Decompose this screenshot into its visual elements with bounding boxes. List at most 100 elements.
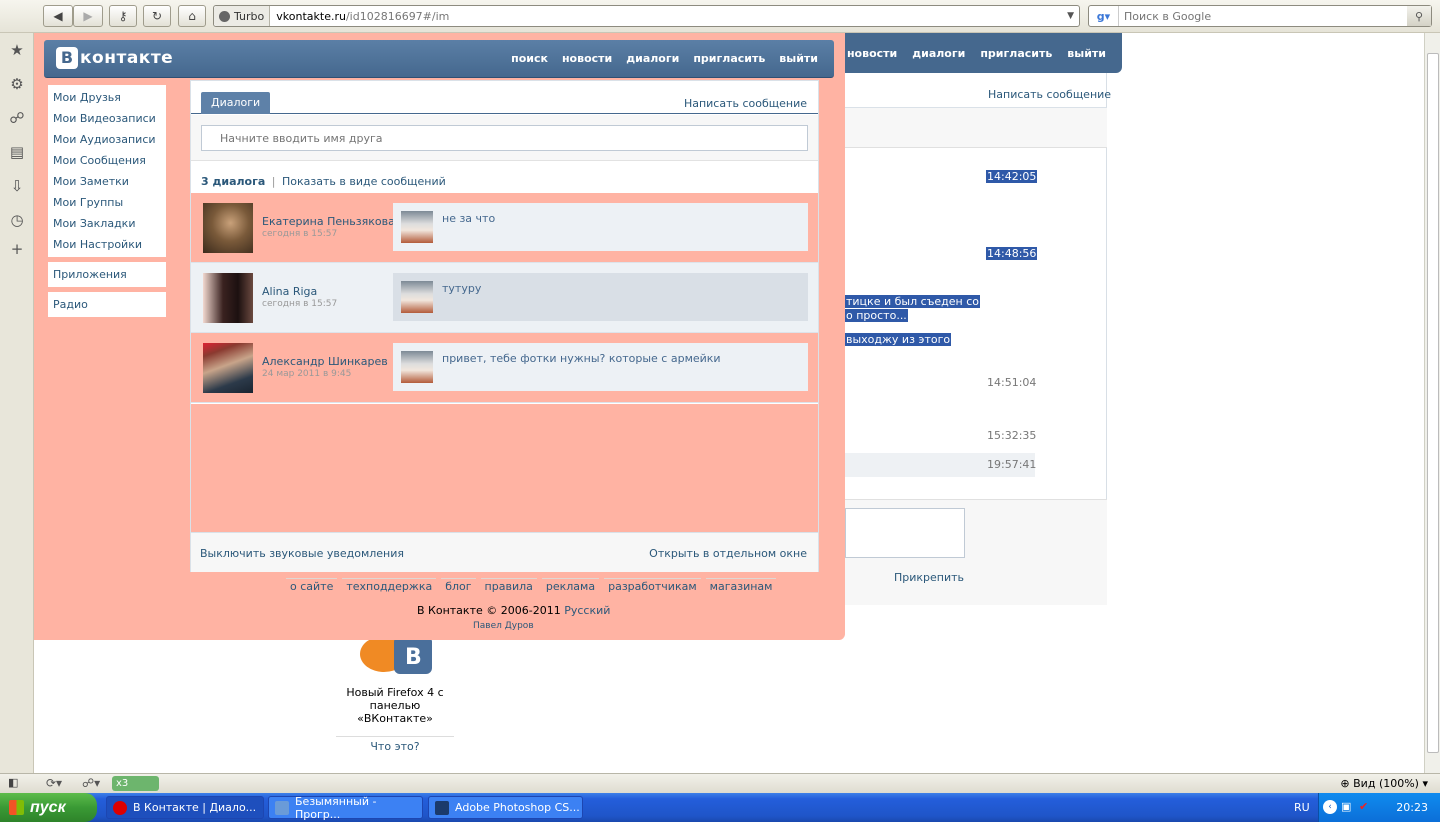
nav-search[interactable]: поиск bbox=[511, 52, 548, 65]
menu-item-notes[interactable]: Мои Заметки bbox=[48, 171, 166, 192]
bg-nav-news[interactable]: новости bbox=[847, 47, 897, 60]
language-link[interactable]: Русский bbox=[564, 604, 610, 617]
show-as-messages-link[interactable]: Показать в виде сообщений bbox=[282, 175, 446, 188]
bg-nav-dialogs[interactable]: диалоги bbox=[912, 47, 965, 60]
dialog-date: 24 мар 2011 в 9:45 bbox=[262, 369, 352, 379]
tray-arrow-icon[interactable]: ‹ bbox=[1323, 800, 1337, 814]
footer-link-about[interactable]: о сайте bbox=[286, 578, 338, 595]
menu-item-videos[interactable]: Мои Видеозаписи bbox=[48, 108, 166, 129]
menu-item-bookmarks[interactable]: Мои Закладки bbox=[48, 213, 166, 234]
search-box[interactable]: g▾ ⚲ bbox=[1088, 5, 1432, 27]
message-preview[interactable]: привет, тебе фотки нужны? которые с арме… bbox=[393, 343, 808, 391]
notes-icon[interactable]: ▤ bbox=[8, 143, 26, 161]
task-photoshop[interactable]: Adobe Photoshop CS... bbox=[428, 796, 583, 819]
promo-what-link[interactable]: Что это? bbox=[336, 740, 454, 753]
footer-link-blog[interactable]: блог bbox=[441, 578, 476, 595]
search-input[interactable] bbox=[1119, 9, 1407, 23]
zoom-control[interactable]: ⊕ Вид (100%) ▾ bbox=[1340, 777, 1428, 790]
open-window-link[interactable]: Открыть в отдельном окне bbox=[649, 547, 807, 560]
dialog-name[interactable]: Александр Шинкарев bbox=[262, 355, 388, 368]
bookmarks-icon[interactable]: ★ bbox=[8, 41, 26, 59]
menu-item-apps[interactable]: Приложения bbox=[48, 264, 166, 285]
back-button[interactable]: ◀ bbox=[43, 5, 73, 27]
write-message-link[interactable]: Написать сообщение bbox=[684, 97, 807, 110]
dropdown-arrow-icon[interactable]: ▼ bbox=[1067, 11, 1079, 21]
forward-button[interactable]: ▶ bbox=[73, 5, 103, 27]
panel-toggle-icon[interactable]: ◧ bbox=[8, 776, 18, 789]
footer-link-ads[interactable]: реклама bbox=[541, 578, 600, 595]
attach-link[interactable]: Прикрепить bbox=[894, 571, 964, 584]
back-arrow-icon: ◀ bbox=[53, 9, 63, 23]
avatar[interactable] bbox=[203, 273, 253, 323]
avatar[interactable] bbox=[203, 203, 253, 253]
downloads-icon[interactable]: ⇩ bbox=[8, 177, 26, 195]
bg-write-message-link[interactable]: Написать сообщение bbox=[988, 88, 1111, 101]
nav-logout[interactable]: выйти bbox=[779, 52, 818, 65]
nav-news[interactable]: новости bbox=[562, 52, 612, 65]
add-panel-icon[interactable]: + bbox=[8, 240, 26, 258]
dialog-name[interactable]: Екатерина Пеньзякова bbox=[262, 215, 395, 228]
dialog-row[interactable]: Екатерина Пеньзякова сегодня в 15:57 не … bbox=[191, 193, 818, 263]
unite-icon[interactable]: ☍ bbox=[8, 109, 26, 127]
nav-invite[interactable]: пригласить bbox=[693, 52, 765, 65]
zoom-icon: ⊕ bbox=[1340, 777, 1350, 790]
history-icon[interactable]: ◷ bbox=[8, 211, 26, 229]
bg-selected-text: выходжу из этого bbox=[845, 333, 952, 346]
vk-logo-text: контакте bbox=[80, 48, 174, 68]
footer-link-shops[interactable]: магазинам bbox=[705, 578, 777, 595]
menu-item-friends[interactable]: Мои Друзья bbox=[48, 87, 166, 108]
vertical-scrollbar[interactable] bbox=[1424, 33, 1440, 773]
menu-item-audio[interactable]: Мои Аудиозаписи bbox=[48, 129, 166, 150]
antivirus-icon[interactable]: ✔ bbox=[1359, 800, 1368, 813]
sync-icon[interactable]: ⟳▾ bbox=[46, 776, 62, 790]
reload-button[interactable]: ↻ bbox=[143, 5, 171, 27]
turbo-button[interactable]: Turbo bbox=[214, 6, 271, 26]
dialog-row[interactable]: Alina Riga сегодня в 15:57 тутуру bbox=[191, 263, 818, 333]
footer-link-rules[interactable]: правила bbox=[480, 578, 537, 595]
network-icon[interactable]: ▣ bbox=[1341, 800, 1351, 813]
bg-selected-text: о просто... bbox=[845, 309, 908, 322]
vk-logo[interactable]: В контакте bbox=[56, 47, 173, 69]
unite-status-icon[interactable]: ☍▾ bbox=[82, 776, 100, 790]
scrollbar-thumb[interactable] bbox=[1427, 53, 1439, 753]
forward-arrow-icon: ▶ bbox=[83, 9, 93, 23]
author-link[interactable]: Павел Дуров bbox=[473, 621, 534, 631]
home-button[interactable]: ⌂ bbox=[178, 5, 206, 27]
sound-off-link[interactable]: Выключить звуковые уведомления bbox=[200, 547, 404, 560]
address-bar[interactable]: Turbo vkontakte.ru/id102816697#/im ▼ bbox=[213, 5, 1080, 27]
side-menu-radio: Радио bbox=[48, 292, 166, 317]
task-paint[interactable]: Безымянный - Прогр... bbox=[268, 795, 423, 821]
menu-item-messages[interactable]: Мои Сообщения bbox=[48, 150, 166, 171]
search-button[interactable]: ⚲ bbox=[1407, 6, 1431, 26]
footer-link-developers[interactable]: разработчикам bbox=[604, 578, 701, 595]
language-indicator[interactable]: RU bbox=[1294, 801, 1310, 814]
footer-link-support[interactable]: техподдержка bbox=[342, 578, 437, 595]
dialog-row[interactable]: Александр Шинкарев 24 мар 2011 в 9:45 пр… bbox=[191, 333, 818, 403]
google-icon[interactable]: g▾ bbox=[1089, 6, 1119, 26]
dialog-count: 3 диалога bbox=[201, 175, 266, 188]
bg-timestamp: 14:48:56 bbox=[986, 247, 1038, 260]
start-button[interactable]: пуск bbox=[0, 793, 97, 822]
menu-item-radio[interactable]: Радио bbox=[48, 294, 166, 315]
settings-icon[interactable]: ⚙ bbox=[8, 75, 26, 93]
task-vkontakte[interactable]: В Контакте | Диало... bbox=[106, 796, 264, 819]
copyright-text: В Контакте © 2006-2011 bbox=[417, 604, 561, 617]
nav-dialogs[interactable]: диалоги bbox=[626, 52, 679, 65]
bg-nav-invite[interactable]: пригласить bbox=[980, 47, 1052, 60]
menu-item-groups[interactable]: Мои Группы bbox=[48, 192, 166, 213]
message-preview[interactable]: не за что bbox=[393, 203, 808, 251]
avatar[interactable] bbox=[203, 343, 253, 393]
dialog-name[interactable]: Alina Riga bbox=[262, 285, 317, 298]
friend-search-block bbox=[191, 115, 818, 161]
tab-dialogs[interactable]: Диалоги bbox=[201, 92, 271, 114]
menu-item-settings[interactable]: Мои Настройки bbox=[48, 234, 166, 255]
extension-badge[interactable]: x3 bbox=[112, 776, 159, 791]
bg-timestamp: 14:42:05 bbox=[986, 170, 1038, 183]
chevron-down-icon: ▾ bbox=[1422, 777, 1428, 790]
bg-message-textarea[interactable] bbox=[845, 508, 965, 558]
url-text[interactable]: vkontakte.ru/id102816697#/im bbox=[270, 10, 1067, 23]
message-preview[interactable]: тутуру bbox=[393, 273, 808, 321]
wand-button[interactable]: ⚷ bbox=[109, 5, 137, 27]
bg-nav-logout[interactable]: выйти bbox=[1067, 47, 1106, 60]
friend-search-input[interactable] bbox=[201, 125, 808, 151]
